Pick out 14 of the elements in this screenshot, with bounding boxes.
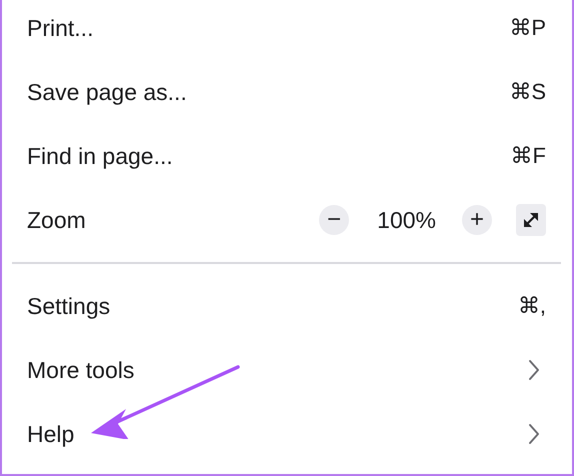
menu-item[interactable]: More tools	[27, 342, 546, 398]
zoom-in-button[interactable]: +	[462, 205, 492, 235]
menu-item[interactable]: Help	[27, 406, 546, 462]
zoom-out-button[interactable]: −	[319, 205, 350, 235]
chevron-right-icon	[528, 423, 540, 445]
fullscreen-button[interactable]	[516, 204, 546, 236]
zoom-level: 100%	[377, 206, 436, 234]
menu-item[interactable]: Find in page... ⌘F	[27, 128, 546, 184]
chevron-right-icon	[528, 359, 540, 381]
zoom-label: Zoom	[27, 206, 86, 234]
diagonal-arrows-icon	[521, 210, 541, 230]
menu-item[interactable]: Save page as... ⌘S	[27, 64, 546, 120]
menu-item[interactable]: Print... ⌘P	[27, 0, 546, 56]
menu-item[interactable]: Settings ⌘,	[27, 278, 546, 334]
